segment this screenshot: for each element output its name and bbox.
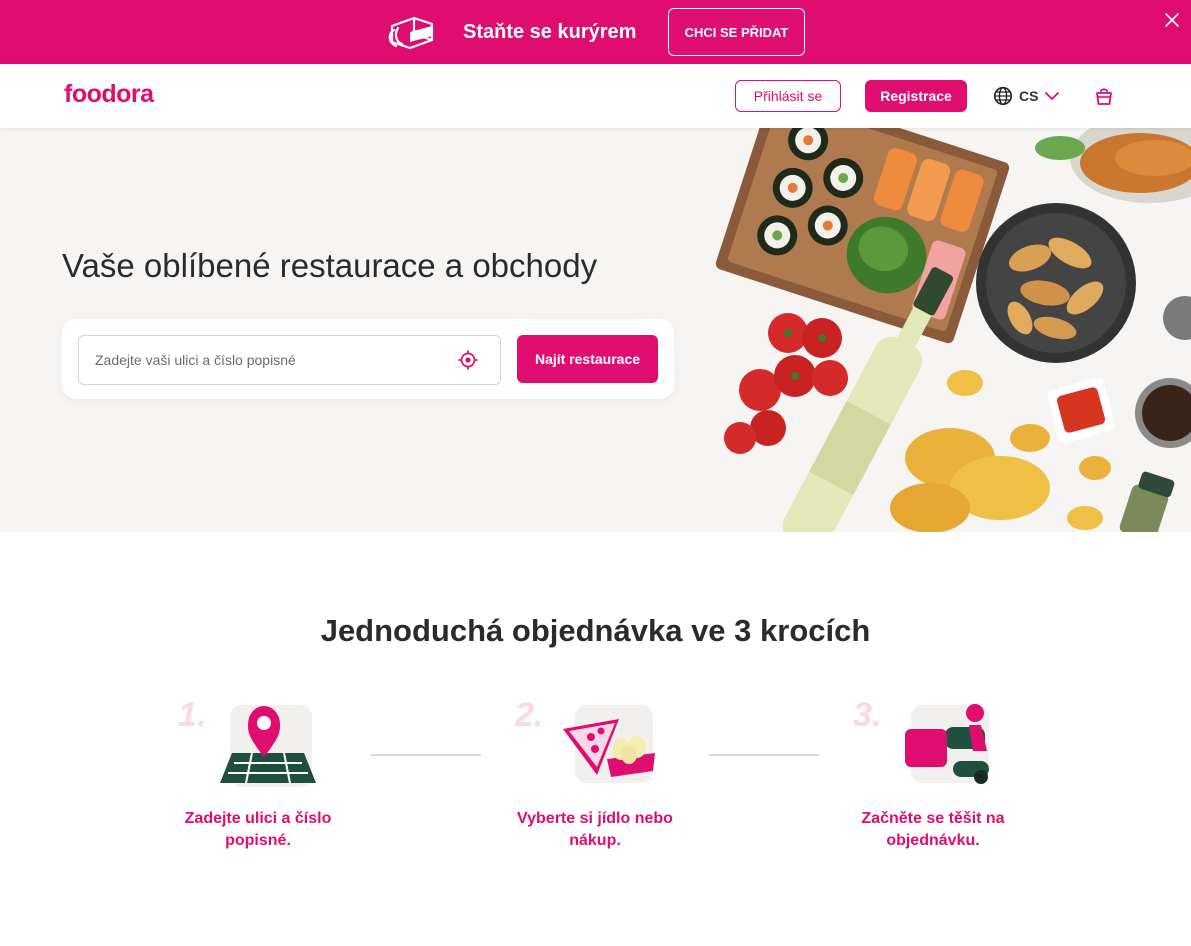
join-courier-button[interactable]: CHCI SE PŘIDAT bbox=[668, 8, 805, 56]
close-icon[interactable] bbox=[1162, 10, 1182, 30]
register-button[interactable]: Registrace bbox=[865, 80, 967, 112]
step-connector bbox=[709, 754, 819, 756]
login-button[interactable]: Přihlásit se bbox=[735, 80, 841, 112]
promo-text: Staňte se kurýrem bbox=[463, 21, 637, 43]
address-input[interactable] bbox=[95, 336, 445, 384]
step-text: Zadejte ulici a číslo popisné. bbox=[184, 810, 332, 849]
address-field bbox=[78, 335, 501, 385]
locate-me-icon[interactable] bbox=[458, 350, 478, 370]
hero-section: Vaše oblíbené restaurace a obchody Najít… bbox=[0, 128, 1191, 532]
steps-title: Jednoduchá objednávka ve 3 krocích bbox=[320, 613, 871, 648]
hero-title: Vaše oblíbené restaurace a obchody bbox=[62, 247, 598, 284]
chevron-down-icon bbox=[1045, 92, 1060, 100]
step-3: 3. Začněte se těšit na objednávku. bbox=[853, 695, 1073, 865]
foodora-logo[interactable]: foodora bbox=[64, 80, 154, 109]
language-selector[interactable]: CS bbox=[993, 85, 1060, 107]
promo-banner: Staňte se kurýrem CHCI SE PŘIDAT bbox=[0, 0, 1191, 64]
step-1: 1. Zadejte ulici a číslo popisné. bbox=[178, 695, 398, 865]
courier-scooter-icon bbox=[905, 704, 989, 784]
hero-food-image bbox=[715, 128, 1191, 532]
step-number: 1. bbox=[178, 696, 207, 734]
step-2: 2. Vyberte si jídlo nebo nákup. bbox=[515, 695, 735, 865]
step-text: Vyberte si jídlo nebo nákup. bbox=[517, 810, 673, 849]
shopping-bag-icon[interactable] bbox=[1094, 85, 1114, 107]
map-pin-icon bbox=[220, 705, 316, 787]
find-restaurants-button[interactable]: Najít restaurace bbox=[517, 335, 658, 383]
step-text: Začněte se těšit na objednávku. bbox=[861, 810, 1005, 849]
address-search-card: Najít restaurace bbox=[62, 319, 674, 399]
delivery-bag-icon bbox=[388, 16, 434, 50]
language-code: CS bbox=[1019, 88, 1039, 104]
pizza-groceries-icon bbox=[563, 705, 655, 783]
site-header: foodora Přihlásit se Registrace CS bbox=[0, 64, 1191, 128]
step-number: 2. bbox=[515, 696, 544, 734]
step-number: 3. bbox=[853, 696, 882, 734]
step-connector bbox=[371, 754, 481, 756]
globe-icon bbox=[993, 86, 1013, 106]
